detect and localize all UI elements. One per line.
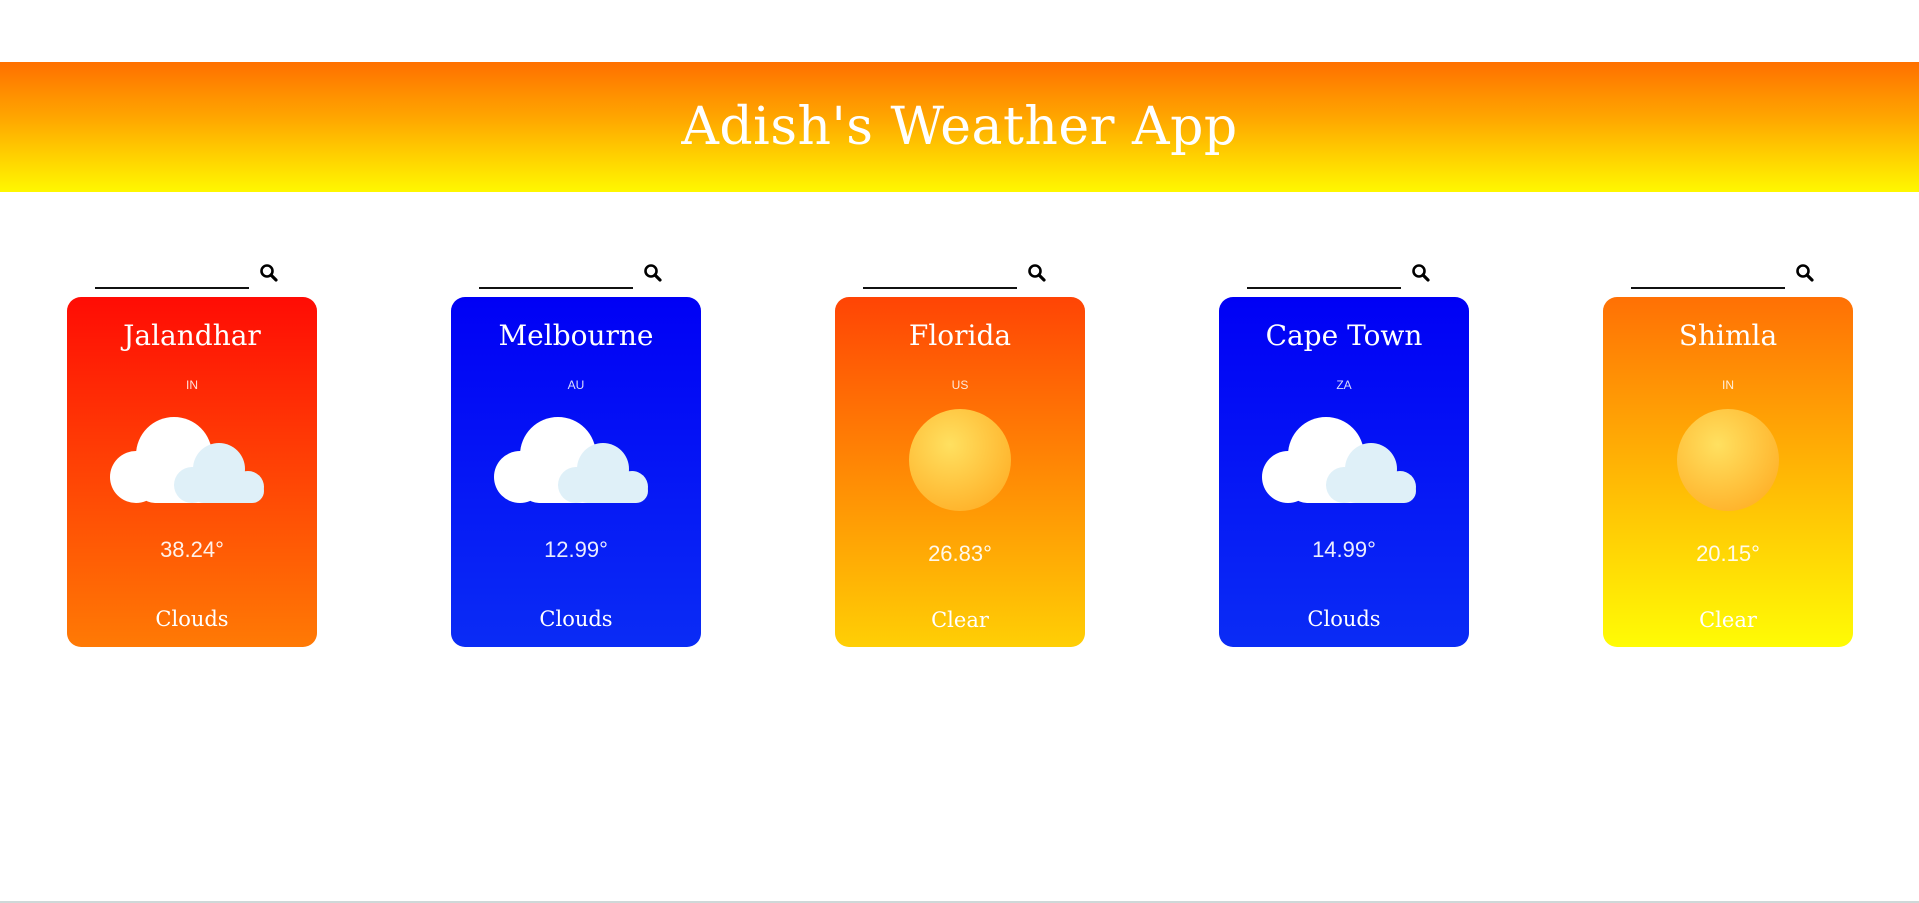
city-name: Shimla [1678,319,1778,352]
country-code: US [951,378,969,392]
search-bar [95,258,305,290]
weather-card: Jalandhar IN 38.24° Clouds [67,297,317,647]
weather-condition: Clouds [539,607,613,631]
weather-condition: Clouds [1307,607,1381,631]
sun-icon [870,407,1050,517]
temperature: 38.24° [160,537,224,562]
search-bar [479,258,689,290]
weather-condition: Clear [1699,608,1757,632]
search-icon[interactable] [258,262,280,284]
weather-card: Florida US 26.83° Clear [835,297,1085,647]
city-name: Melbourne [498,319,654,352]
country-code: AU [567,378,585,392]
weather-column-3: Florida US 26.83° Clear [835,258,1085,658]
temperature: 14.99° [1312,537,1376,562]
clouds-icon [486,407,666,517]
clouds-icon [1254,407,1434,517]
search-bar [1247,258,1457,290]
country-code: IN [186,378,198,392]
sun-icon [1638,407,1818,517]
search-bar [1631,258,1841,290]
city-search-input[interactable] [95,258,249,289]
country-code: ZA [1336,378,1352,392]
temperature: 20.15° [1696,541,1760,566]
country-code: IN [1722,378,1734,392]
app-title: Adish's Weather App [681,97,1238,157]
search-icon[interactable] [1410,262,1432,284]
search-icon[interactable] [1026,262,1048,284]
weather-card: Shimla IN 20.15° Clear [1603,297,1853,647]
weather-column-4: Cape Town ZA 14.99° Clouds [1219,258,1469,658]
search-icon[interactable] [1794,262,1816,284]
weather-column-1: Jalandhar IN 38.24° Clouds [67,258,317,658]
app-header: Adish's Weather App [0,62,1919,192]
city-name: Florida [908,319,1012,352]
city-name: Jalandhar [123,319,261,352]
temperature: 26.83° [928,541,992,566]
weather-cards-row: Jalandhar IN 38.24° Clouds Melbourne AU … [0,258,1919,658]
city-name: Cape Town [1265,319,1423,352]
weather-column-2: Melbourne AU 12.99° Clouds [451,258,701,658]
city-search-input[interactable] [1247,258,1401,289]
city-search-input[interactable] [1631,258,1785,289]
temperature: 12.99° [544,537,608,562]
city-search-input[interactable] [479,258,633,289]
weather-condition: Clear [931,608,989,632]
search-icon[interactable] [642,262,664,284]
search-bar [863,258,1073,290]
weather-column-5: Shimla IN 20.15° Clear [1603,258,1853,658]
weather-card: Cape Town ZA 14.99° Clouds [1219,297,1469,647]
weather-condition: Clouds [155,607,229,631]
clouds-icon [102,407,282,517]
weather-card: Melbourne AU 12.99° Clouds [451,297,701,647]
city-search-input[interactable] [863,258,1017,289]
